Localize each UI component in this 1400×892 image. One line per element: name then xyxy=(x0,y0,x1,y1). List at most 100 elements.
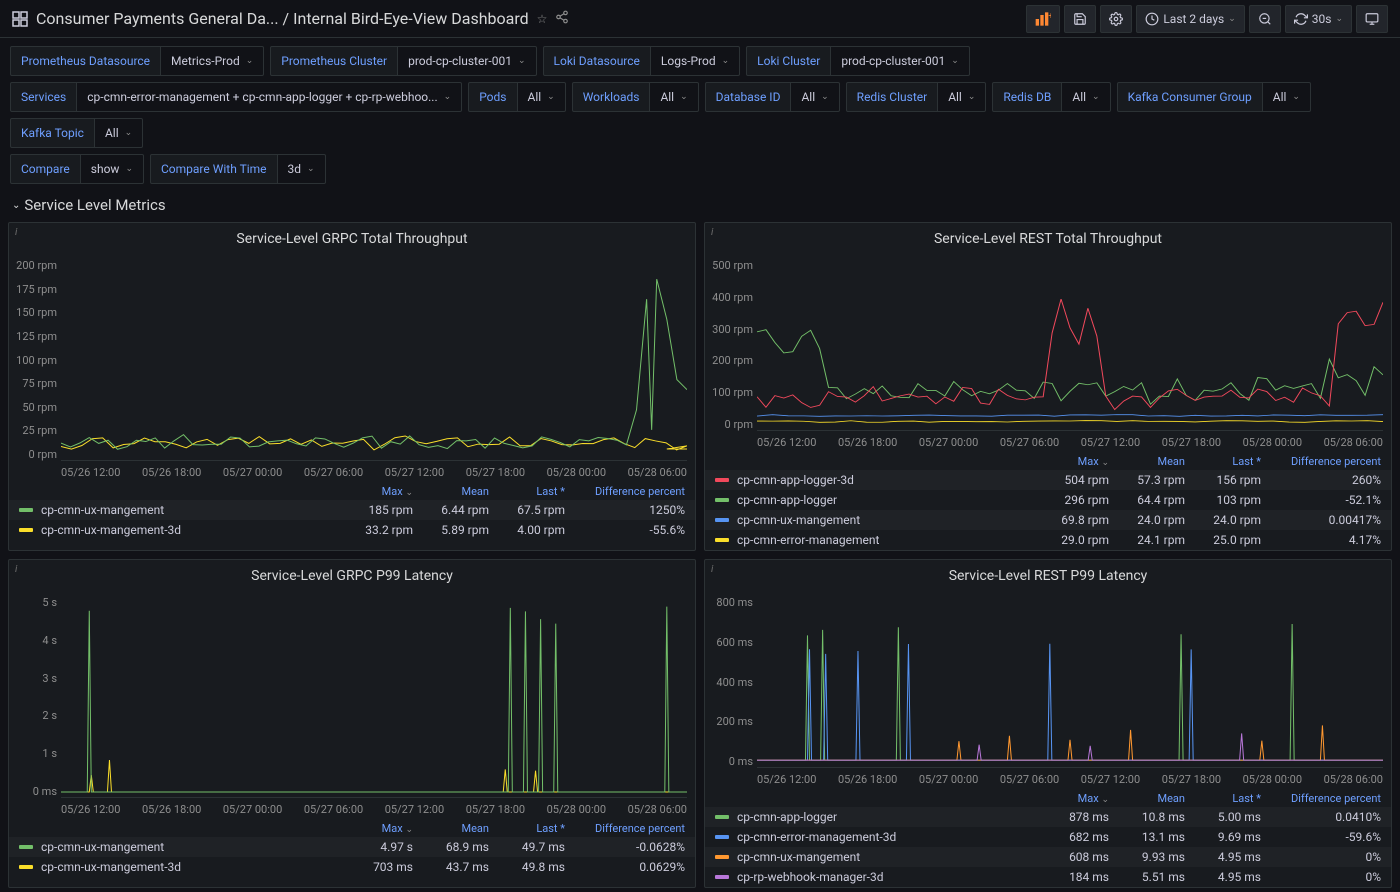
legend-max: 33.2 rpm xyxy=(337,523,413,537)
legend-col-last[interactable]: Last * xyxy=(1185,455,1261,468)
legend-row[interactable]: cp-cmn-ux-mangement4.97 s68.9 ms49.7 ms-… xyxy=(9,837,695,857)
legend-col-mean[interactable]: Mean xyxy=(1109,455,1185,468)
legend-mean: 24.1 rpm xyxy=(1109,533,1185,547)
legend-diff: -52.1% xyxy=(1261,493,1381,507)
legend-mean: 10.8 ms xyxy=(1109,810,1185,824)
legend-col-last[interactable]: Last * xyxy=(489,822,565,835)
var-select-redis-db[interactable]: All⌄ xyxy=(1062,82,1110,112)
var-select-compare[interactable]: show⌄ xyxy=(81,154,144,184)
legend-diff: -55.6% xyxy=(565,523,685,537)
panel-rest-latency[interactable]: i Service-Level REST P99 Latency 800 ms6… xyxy=(704,559,1392,888)
legend-max: 4.97 s xyxy=(337,840,413,854)
breadcrumb[interactable]: Consumer Payments General Da... / Intern… xyxy=(36,9,529,28)
breadcrumb-folder[interactable]: Consumer Payments General Da... xyxy=(36,9,279,28)
legend-last: 24.0 rpm xyxy=(1185,513,1261,527)
legend-row[interactable]: cp-cmn-app-logger-3d504 rpm57.3 rpm156 r… xyxy=(705,470,1391,490)
legend-col-mean[interactable]: Mean xyxy=(413,822,489,835)
panel-grpc-throughput[interactable]: i Service-Level GRPC Total Throughput 20… xyxy=(8,222,696,551)
refresh-button[interactable]: 30s⌄ xyxy=(1285,5,1352,33)
panel-info-icon[interactable]: i xyxy=(711,227,713,238)
row-toggle-service-level[interactable]: ⌄ Service Level Metrics xyxy=(0,192,1400,218)
legend-series-name: cp-cmn-error-management xyxy=(737,533,1033,547)
var-select-loki-cluster[interactable]: prod-cp-cluster-001⌄ xyxy=(831,46,969,76)
legend-col-diff[interactable]: Difference percent xyxy=(1261,792,1381,805)
var-select-services[interactable]: cp-cmn-error-management + cp-cmn-app-log… xyxy=(77,82,462,112)
legend-col-diff[interactable]: Difference percent xyxy=(1261,455,1381,468)
chart-area[interactable]: 800 ms600 ms400 ms200 ms0 ms 05/26 12:00… xyxy=(757,596,1383,786)
plot-area[interactable] xyxy=(757,259,1383,431)
legend-row[interactable]: cp-cmn-ux-mangement-3d33.2 rpm5.89 rpm4.… xyxy=(9,520,695,540)
var-select-prometheus-cluster[interactable]: prod-cp-cluster-001⌄ xyxy=(398,46,536,76)
legend-col-last[interactable]: Last * xyxy=(489,485,565,498)
legend-row[interactable]: cp-cmn-ux-mangement-3d703 ms43.7 ms49.8 … xyxy=(9,857,695,877)
legend-col-diff[interactable]: Difference percent xyxy=(565,485,685,498)
star-icon[interactable]: ☆ xyxy=(537,12,548,26)
legend-swatch xyxy=(715,815,729,819)
panel-grpc-latency[interactable]: i Service-Level GRPC P99 Latency 5 s4 s3… xyxy=(8,559,696,888)
panel-rest-throughput[interactable]: i Service-Level REST Total Throughput 50… xyxy=(704,222,1392,551)
var-select-database-id[interactable]: All⌄ xyxy=(791,82,839,112)
plot-area[interactable] xyxy=(61,596,687,798)
panel-info-icon[interactable]: i xyxy=(711,564,713,575)
plot-area[interactable] xyxy=(757,596,1383,768)
var-label-prometheus-cluster: Prometheus Cluster xyxy=(270,46,398,76)
chart-area[interactable]: 500 rpm400 rpm300 rpm200 rpm100 rpm0 rpm… xyxy=(757,259,1383,449)
var-select-compare-with[interactable]: 3d⌄ xyxy=(278,154,326,184)
legend-row[interactable]: cp-cmn-ux-mangement185 rpm6.44 rpm67.5 r… xyxy=(9,500,695,520)
legend-header: Max ⌄MeanLast *Difference percent xyxy=(705,790,1391,807)
var-select-redis-cluster[interactable]: All⌄ xyxy=(938,82,986,112)
legend-col-mean[interactable]: Mean xyxy=(1109,792,1185,805)
legend-row[interactable]: cp-cmn-ux-mangement608 ms9.93 ms4.95 ms0… xyxy=(705,847,1391,867)
legend-row[interactable]: cp-cmn-error-management29.0 rpm24.1 rpm2… xyxy=(705,530,1391,550)
chart-area[interactable]: 200 rpm175 rpm150 rpm125 rpm100 rpm75 rp… xyxy=(61,259,687,479)
var-label-database-id: Database ID xyxy=(705,82,792,112)
legend-col-diff[interactable]: Difference percent xyxy=(565,822,685,835)
legend-swatch xyxy=(715,855,729,859)
legend-row[interactable]: cp-rp-webhook-manager-3d184 ms5.51 ms4.9… xyxy=(705,867,1391,887)
legend-col-max[interactable]: Max ⌄ xyxy=(337,485,413,498)
legend-diff: 0% xyxy=(1261,850,1381,864)
var-select-loki-ds[interactable]: Logs-Prod⌄ xyxy=(651,46,740,76)
plot-area[interactable] xyxy=(61,259,687,461)
legend-series-name: cp-cmn-ux-mangement xyxy=(737,850,1033,864)
chevron-down-icon: ⌄ xyxy=(968,92,976,102)
legend-row[interactable]: cp-cmn-ux-mangement69.8 rpm24.0 rpm24.0 … xyxy=(705,510,1391,530)
legend-row[interactable]: cp-cmn-app-logger878 ms10.8 ms5.00 ms0.0… xyxy=(705,807,1391,827)
legend-diff: 0.00417% xyxy=(1261,513,1381,527)
var-label-compare-with: Compare With Time xyxy=(150,154,278,184)
tv-mode-button[interactable] xyxy=(1356,5,1388,33)
breadcrumb-page[interactable]: Internal Bird-Eye-View Dashboard xyxy=(293,9,529,28)
legend-series-name: cp-cmn-app-logger xyxy=(737,493,1033,507)
time-range-button[interactable]: Last 2 days⌄ xyxy=(1136,5,1244,33)
chevron-down-icon: ⌄ xyxy=(307,164,315,174)
chevron-down-icon: ⌄ xyxy=(246,56,254,66)
zoom-out-button[interactable] xyxy=(1249,5,1281,33)
legend-col-max[interactable]: Max ⌄ xyxy=(1033,455,1109,468)
save-button[interactable] xyxy=(1064,5,1096,33)
share-icon[interactable] xyxy=(555,10,569,27)
clock-icon xyxy=(1145,12,1159,26)
legend-col-max[interactable]: Max ⌄ xyxy=(1033,792,1109,805)
legend-col-last[interactable]: Last * xyxy=(1185,792,1261,805)
legend-swatch xyxy=(19,845,33,849)
chevron-down-icon: ⌄ xyxy=(125,128,133,138)
var-select-kafka-topic[interactable]: All⌄ xyxy=(95,118,143,148)
panel-title: Service-Level REST P99 Latency xyxy=(705,560,1391,592)
var-select-pods[interactable]: All⌄ xyxy=(518,82,566,112)
panel-info-icon[interactable]: i xyxy=(15,564,17,575)
var-label-redis-cluster: Redis Cluster xyxy=(846,82,939,112)
chevron-down-icon: ⌄ xyxy=(444,92,452,102)
legend-row[interactable]: cp-cmn-error-management-3d682 ms13.1 ms9… xyxy=(705,827,1391,847)
var-select-prometheus-ds[interactable]: Metrics-Prod⌄ xyxy=(161,46,264,76)
legend-col-mean[interactable]: Mean xyxy=(413,485,489,498)
panel-info-icon[interactable]: i xyxy=(15,227,17,238)
add-panel-button[interactable]: + xyxy=(1026,5,1060,33)
var-select-workloads[interactable]: All⌄ xyxy=(650,82,698,112)
chevron-down-icon: ⌄ xyxy=(680,92,688,102)
legend-col-max[interactable]: Max ⌄ xyxy=(337,822,413,835)
chevron-down-icon: ⌄ xyxy=(821,92,829,102)
chart-area[interactable]: 5 s4 s3 s2 s1 s0 ms 05/26 12:0005/26 18:… xyxy=(61,596,687,816)
legend-row[interactable]: cp-cmn-app-logger296 rpm64.4 rpm103 rpm-… xyxy=(705,490,1391,510)
settings-button[interactable] xyxy=(1100,5,1132,33)
var-select-kafka-cg[interactable]: All⌄ xyxy=(1263,82,1311,112)
